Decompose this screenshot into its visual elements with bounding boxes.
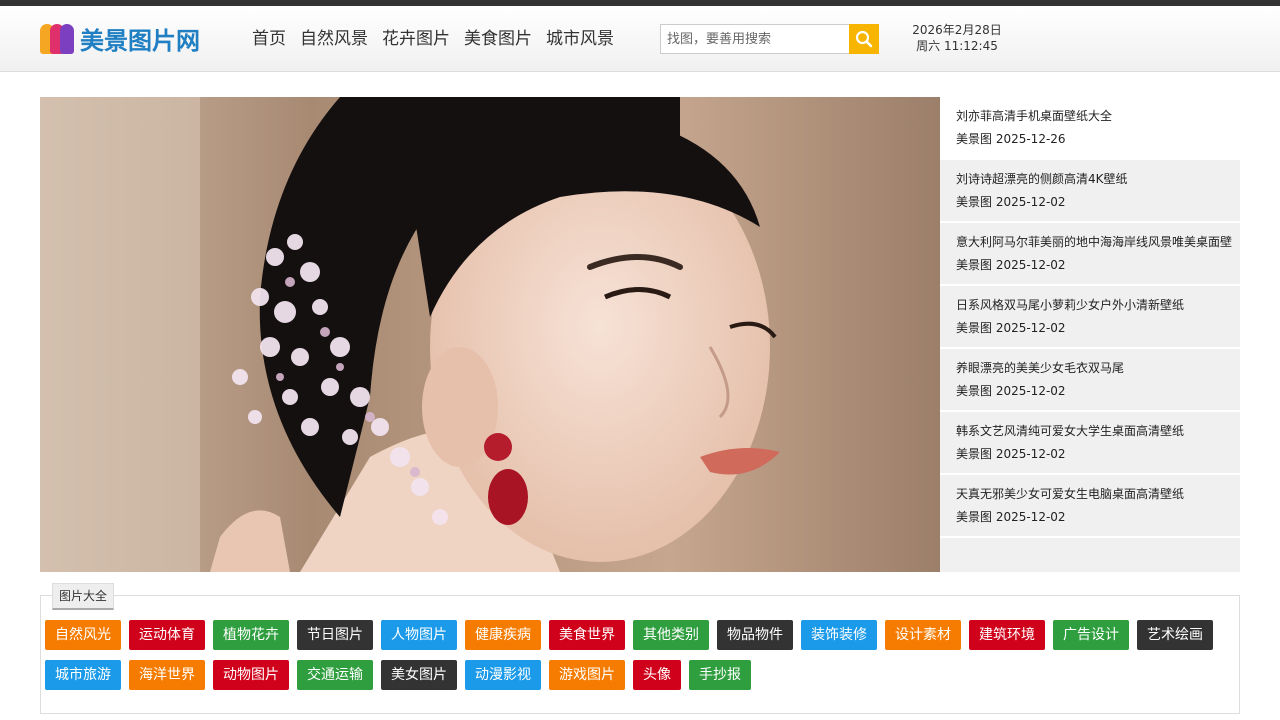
category-tag[interactable]: 运动体育	[129, 620, 205, 650]
search-button[interactable]	[849, 24, 879, 54]
category-tag[interactable]: 物品物件	[717, 620, 793, 650]
main-nav: 首页 自然风景 花卉图片 美食图片 城市风景	[252, 28, 614, 50]
list-item-title[interactable]: 刘亦菲高清手机桌面壁纸大全	[956, 107, 1240, 125]
logo-text: 美景图片网	[80, 26, 200, 55]
category-tag[interactable]: 人物图片	[381, 620, 457, 650]
list-item-title[interactable]: 刘诗诗超漂亮的侧颜高清4K壁纸	[956, 170, 1240, 188]
list-item-title[interactable]: 意大利阿马尔菲美丽的地中海海岸线风景唯美桌面壁	[956, 233, 1240, 251]
list-item-meta: 美景图 2025-12-02	[956, 447, 1066, 461]
latest-list: 刘亦菲高清手机桌面壁纸大全 美景图 2025-12-26 刘诗诗超漂亮的侧颜高清…	[940, 97, 1240, 572]
category-tag[interactable]: 自然风光	[45, 620, 121, 650]
list-item-title[interactable]: 天真无邪美少女可爱女生电脑桌面高清壁纸	[956, 485, 1240, 503]
datetime: 2026年2月28日 周六 11:12:45	[907, 22, 1007, 54]
category-tag[interactable]: 节日图片	[297, 620, 373, 650]
category-tag[interactable]: 城市旅游	[45, 660, 121, 690]
nav-item-home[interactable]: 首页	[252, 28, 286, 50]
search-icon	[855, 30, 873, 48]
category-tag[interactable]: 动漫影视	[465, 660, 541, 690]
current-date: 2026年2月28日	[912, 23, 1002, 37]
list-item[interactable]: 意大利阿马尔菲美丽的地中海海岸线风景唯美桌面壁 美景图 2025-12-02	[940, 223, 1240, 286]
category-tag[interactable]: 动物图片	[213, 660, 289, 690]
category-tag[interactable]: 其他类别	[633, 620, 709, 650]
list-item-title[interactable]: 韩系文艺风清纯可爱女大学生桌面高清壁纸	[956, 422, 1240, 440]
category-tag[interactable]: 健康疾病	[465, 620, 541, 650]
nav-item-flowers[interactable]: 花卉图片	[382, 28, 450, 50]
logo-icon	[40, 22, 80, 54]
list-item-meta: 美景图 2025-12-02	[956, 195, 1066, 209]
category-tag[interactable]: 广告设计	[1053, 620, 1129, 650]
category-tag[interactable]: 装饰装修	[801, 620, 877, 650]
category-tag[interactable]: 美食世界	[549, 620, 625, 650]
category-tag[interactable]: 头像	[633, 660, 681, 690]
list-item[interactable]: 刘亦菲高清手机桌面壁纸大全 美景图 2025-12-26	[940, 97, 1240, 160]
nav-item-city[interactable]: 城市风景	[546, 28, 614, 50]
category-tag[interactable]: 海洋世界	[129, 660, 205, 690]
category-tag[interactable]: 交通运输	[297, 660, 373, 690]
list-item[interactable]: 刘诗诗超漂亮的侧颜高清4K壁纸 美景图 2025-12-02	[940, 160, 1240, 223]
list-item-meta: 美景图 2025-12-02	[956, 321, 1066, 335]
list-item[interactable]: 天真无邪美少女可爱女生电脑桌面高清壁纸 美景图 2025-12-02	[940, 475, 1240, 538]
category-tag[interactable]: 游戏图片	[549, 660, 625, 690]
list-item-meta: 美景图 2025-12-26	[956, 132, 1066, 146]
category-tag[interactable]: 设计素材	[885, 620, 961, 650]
list-item-title[interactable]: 日系风格双马尾小萝莉少女户外小清新壁纸	[956, 296, 1240, 314]
current-time: 周六 11:12:45	[916, 39, 998, 53]
list-item-title[interactable]: 养眼漂亮的美美少女毛衣双马尾	[956, 359, 1240, 377]
list-item[interactable]: 日系风格双马尾小萝莉少女户外小清新壁纸 美景图 2025-12-02	[940, 286, 1240, 349]
search-box	[660, 24, 879, 54]
nav-item-nature[interactable]: 自然风景	[300, 28, 368, 50]
hero-image[interactable]	[40, 97, 940, 572]
list-item-meta: 美景图 2025-12-02	[956, 258, 1066, 272]
search-input[interactable]	[660, 24, 849, 54]
category-tag[interactable]: 建筑环境	[969, 620, 1045, 650]
header: 美景图片网 首页 自然风景 花卉图片 美食图片 城市风景 2026年2月28日 …	[0, 6, 1280, 72]
list-item[interactable]: 养眼漂亮的美美少女毛衣双马尾 美景图 2025-12-02	[940, 349, 1240, 412]
category-tags: 自然风光 运动体育 植物花卉 节日图片 人物图片 健康疾病 美食世界 其他类别 物品物件 装饰装修…	[45, 620, 1235, 690]
nav-item-food[interactable]: 美食图片	[464, 28, 532, 50]
category-tag[interactable]: 植物花卉	[213, 620, 289, 650]
category-panel-title: 图片大全	[52, 583, 115, 610]
category-tag[interactable]: 手抄报	[689, 660, 751, 690]
category-tag[interactable]: 艺术绘画	[1137, 620, 1213, 650]
hero-portrait	[40, 97, 940, 572]
list-item-meta: 美景图 2025-12-02	[956, 510, 1066, 524]
list-item-meta: 美景图 2025-12-02	[956, 384, 1066, 398]
category-tag[interactable]: 美女图片	[381, 660, 457, 690]
list-item[interactable]: 韩系文艺风清纯可爱女大学生桌面高清壁纸 美景图 2025-12-02	[940, 412, 1240, 475]
site-logo[interactable]: 美景图片网	[40, 22, 200, 55]
